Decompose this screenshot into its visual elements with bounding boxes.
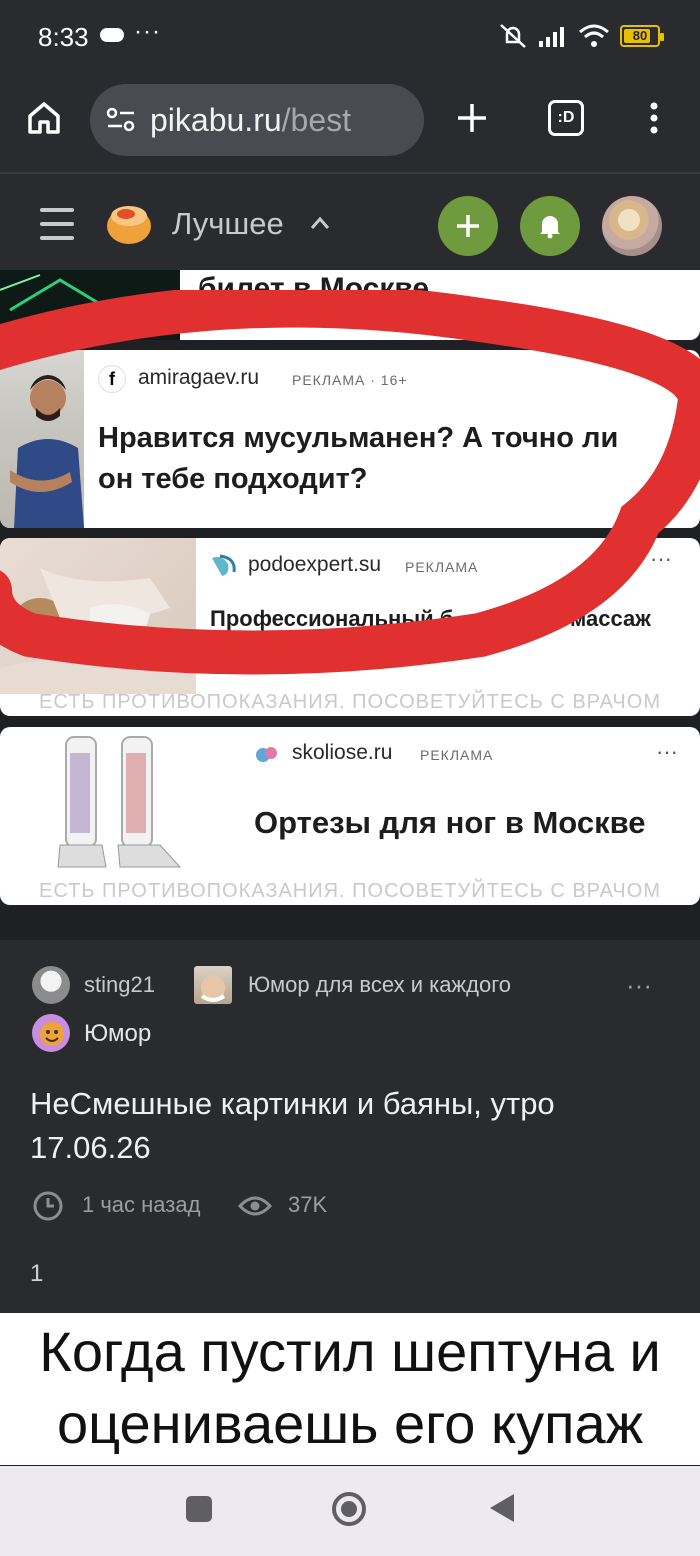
signal-icon <box>539 27 564 47</box>
ad-title: Ортезы для ног в Москве <box>254 805 646 840</box>
sponsor-favicon-icon <box>256 747 277 762</box>
battery-level: 80 <box>632 28 648 43</box>
browser-menu-button[interactable] <box>624 88 684 148</box>
mute-vibrate-icon <box>500 24 526 48</box>
tabs-button[interactable]: :D <box>536 88 596 148</box>
post-title-line1[interactable]: НеСмешные картинки и баяны, утро <box>30 1086 555 1122</box>
ad-more-button[interactable]: ··· <box>656 739 678 765</box>
home-button[interactable] <box>14 88 74 148</box>
bell-icon <box>540 216 560 239</box>
kebab-menu-icon <box>650 102 658 134</box>
address-bar[interactable]: pikabu.ru/best <box>90 84 424 156</box>
post-tag[interactable]: Юмор <box>84 1020 151 1048</box>
author-avatar[interactable] <box>32 966 70 1004</box>
browser-toolbar: pikabu.ru/best :D <box>0 78 700 172</box>
annotation-scribble <box>0 290 700 675</box>
hamburger-menu-icon[interactable] <box>40 208 74 242</box>
plus-icon <box>458 104 486 132</box>
pikabu-logo[interactable] <box>104 200 154 248</box>
plus-icon <box>457 215 479 237</box>
site-settings-icon[interactable] <box>106 106 136 134</box>
meme-text-line2: оцениваешь его купаж <box>56 1392 644 1455</box>
clock-icon <box>33 1191 63 1221</box>
url-text: pikabu.ru/best <box>150 102 351 139</box>
ad-label: РЕКЛАМА <box>420 747 494 763</box>
post-views: 37K <box>288 1192 328 1217</box>
ad-image <box>40 733 190 881</box>
ad-warning: ЕСТЬ ПРОТИВОПОКАЗАНИЯ. ПОСОВЕТУЙТЕСЬ С В… <box>39 691 661 713</box>
url-host: pikabu.ru <box>150 102 282 138</box>
notifications-button[interactable] <box>520 196 580 256</box>
post-image[interactable]: Когда пустил шептуна и оцениваешь его ку… <box>0 1313 700 1465</box>
wifi-icon <box>579 24 609 47</box>
ad-card-skoliose[interactable]: skoliose.ru РЕКЛАМА ··· Ортезы для ног в… <box>0 727 700 905</box>
section-title[interactable]: Лучшее <box>172 206 284 242</box>
status-bar: 8:33 ··· 80 <box>0 0 700 78</box>
post-counter: 1 <box>30 1260 44 1287</box>
more-notifications-icon: ··· <box>134 18 161 45</box>
chevron-up-icon[interactable] <box>310 216 330 230</box>
post-title-line2[interactable]: 17.06.26 <box>30 1130 151 1166</box>
cloud-icon <box>100 28 124 42</box>
new-tab-button[interactable] <box>442 88 502 148</box>
url-path: /best <box>281 102 352 138</box>
status-time: 8:33 <box>38 22 89 52</box>
post-card[interactable]: sting21 Юмор для всех и каждого ··· Юмор… <box>0 940 700 1315</box>
system-nav-bar <box>0 1466 700 1556</box>
user-avatar[interactable] <box>602 196 662 256</box>
ad-warning: ЕСТЬ ПРОТИВОПОКАЗАНИЯ. ПОСОВЕТУЙТЕСЬ С В… <box>39 880 661 902</box>
post-author[interactable]: sting21 <box>84 972 155 998</box>
post-community[interactable]: Юмор для всех и каждого <box>248 972 511 998</box>
tag-icon <box>32 1014 70 1052</box>
home-icon <box>28 102 60 134</box>
site-header: Лучшее <box>0 174 700 278</box>
post-more-button[interactable]: ··· <box>626 970 652 1001</box>
add-post-button[interactable] <box>438 196 498 256</box>
tabs-count: :D <box>548 100 584 136</box>
recent-apps-button[interactable] <box>186 1496 212 1522</box>
back-icon[interactable] <box>488 1492 516 1524</box>
post-time: 1 час назад <box>82 1192 201 1217</box>
battery-icon: 80 <box>620 25 664 47</box>
home-circle-icon[interactable] <box>330 1490 368 1528</box>
community-avatar[interactable] <box>194 966 232 1004</box>
meme-text-line1: Когда пустил шептуна и <box>39 1320 661 1383</box>
eye-icon <box>238 1196 272 1216</box>
ad-domain[interactable]: skoliose.ru <box>292 741 392 765</box>
